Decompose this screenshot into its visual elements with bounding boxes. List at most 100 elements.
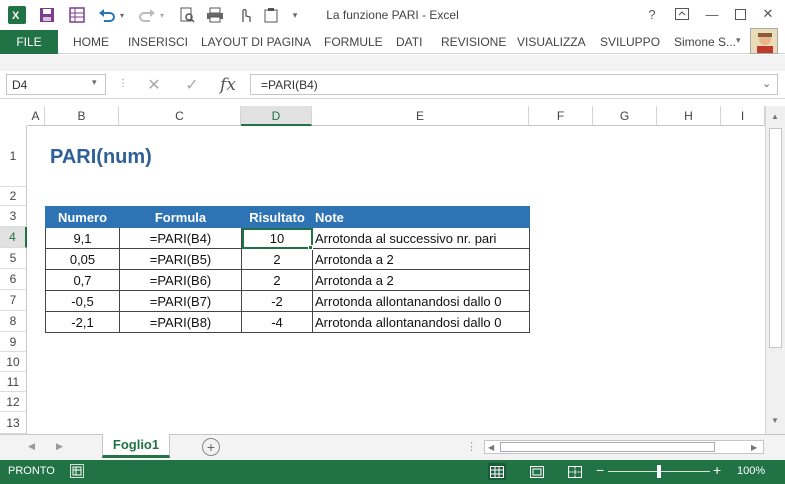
cell-e7[interactable]: Arrotonda allontanandosi dallo 0 <box>312 290 530 312</box>
tab-inserisci[interactable]: INSERISCI <box>128 35 188 49</box>
cell-e6[interactable]: Arrotonda a 2 <box>312 269 530 291</box>
column-header-h[interactable]: H <box>657 106 721 126</box>
expand-formula-bar-icon[interactable]: ⌄ <box>762 77 771 90</box>
tab-formule[interactable]: FORMULE <box>324 35 383 49</box>
insert-function-icon[interactable]: fx <box>216 75 240 95</box>
normal-view-icon[interactable] <box>488 463 506 480</box>
cell-c4[interactable]: =PARI(B4) <box>119 227 242 249</box>
header-formula[interactable]: Formula <box>119 206 242 228</box>
vertical-scrollbar[interactable]: ▲ ▼ <box>765 106 785 434</box>
row-header-6[interactable]: 6 <box>0 269 27 290</box>
ribbon-collapsed-area <box>0 55 785 71</box>
row-header-3[interactable]: 3 <box>0 206 27 227</box>
ribbon-display-icon[interactable] <box>670 4 694 24</box>
column-header-f[interactable]: F <box>529 106 593 126</box>
row-header-9[interactable]: 9 <box>0 332 27 352</box>
cell-b7[interactable]: -0,5 <box>45 290 120 312</box>
fill-handle[interactable] <box>308 245 313 250</box>
next-sheet-icon[interactable]: ▶ <box>56 441 63 452</box>
cell-b8[interactable]: -2,1 <box>45 311 120 333</box>
horizontal-scrollbar[interactable]: ◀ ▶ <box>484 440 764 454</box>
close-button[interactable]: ✕ <box>756 4 780 24</box>
zoom-out-button[interactable]: − <box>596 462 604 478</box>
column-header-b[interactable]: B <box>45 106 119 126</box>
row-header-7[interactable]: 7 <box>0 290 27 311</box>
row-header-8[interactable]: 8 <box>0 311 27 332</box>
title-bar: X ▾ ▾ ▾ La funzione PARI - Excel ? — ✕ <box>0 0 785 30</box>
tab-splitter-icon[interactable]: ⋮ <box>466 440 477 453</box>
row-header-13[interactable]: 13 <box>0 412 27 434</box>
cell-d4-selected[interactable]: 10 <box>241 227 313 249</box>
cell-d7[interactable]: -2 <box>241 290 313 312</box>
enter-icon[interactable]: ✓ <box>180 75 204 95</box>
scroll-down-icon[interactable]: ▼ <box>771 416 779 425</box>
tab-dati[interactable]: DATI <box>396 35 422 49</box>
user-dropdown-icon[interactable]: ▾ <box>736 35 741 46</box>
name-box[interactable]: D4 <box>6 74 106 95</box>
row-header-2[interactable]: 2 <box>0 187 27 206</box>
row-header-5[interactable]: 5 <box>0 248 27 269</box>
cell-d8[interactable]: -4 <box>241 311 313 333</box>
help-button[interactable]: ? <box>640 4 664 24</box>
horizontal-scroll-thumb[interactable] <box>500 442 715 452</box>
cell-b4[interactable]: 9,1 <box>45 227 120 249</box>
sheet-title[interactable]: PARI(num) <box>50 146 152 169</box>
tab-revisione[interactable]: REVISIONE <box>441 35 506 49</box>
maximize-icon[interactable] <box>728 4 752 24</box>
avatar[interactable] <box>750 28 778 54</box>
zoom-slider-thumb[interactable] <box>657 465 661 478</box>
cell-d6[interactable]: 2 <box>241 269 313 291</box>
macro-record-icon[interactable] <box>70 464 84 478</box>
page-break-view-icon[interactable] <box>566 463 584 480</box>
column-header-i[interactable]: I <box>721 106 765 126</box>
formula-input[interactable]: =PARI(B4) <box>250 74 778 95</box>
sheet-tab-foglio1[interactable]: Foglio1 <box>102 434 170 458</box>
row-header-10[interactable]: 10 <box>0 352 27 372</box>
column-header-g[interactable]: G <box>593 106 657 126</box>
cell-b6[interactable]: 0,7 <box>45 269 120 291</box>
tab-layout-di-pagina[interactable]: LAYOUT DI PAGINA <box>201 35 311 49</box>
cell-c5[interactable]: =PARI(B5) <box>119 248 242 270</box>
row-header-4[interactable]: 4 <box>0 227 27 248</box>
cell-d5[interactable]: 2 <box>241 248 313 270</box>
table-header-row: Numero Formula Risultato Note <box>45 206 530 228</box>
minimize-button[interactable]: — <box>700 4 724 24</box>
header-numero[interactable]: Numero <box>45 206 120 228</box>
scroll-up-icon[interactable]: ▲ <box>771 112 779 121</box>
zoom-in-button[interactable]: + <box>713 462 721 478</box>
cell-c8[interactable]: =PARI(B8) <box>119 311 242 333</box>
user-name[interactable]: Simone S... <box>674 35 736 49</box>
vertical-scroll-thumb[interactable] <box>769 128 782 348</box>
cell-c7[interactable]: =PARI(B7) <box>119 290 242 312</box>
cell-e8[interactable]: Arrotonda allontanandosi dallo 0 <box>312 311 530 333</box>
tab-sviluppo[interactable]: SVILUPPO <box>600 35 660 49</box>
header-note[interactable]: Note <box>312 206 530 228</box>
column-header-d[interactable]: D <box>241 106 312 126</box>
row-header-1[interactable]: 1 <box>0 126 27 187</box>
cell-e4[interactable]: Arrotonda al successivo nr. pari <box>312 227 530 249</box>
cell-e5[interactable]: Arrotonda a 2 <box>312 248 530 270</box>
scroll-left-icon[interactable]: ◀ <box>488 443 494 452</box>
header-risultato[interactable]: Risultato <box>241 206 313 228</box>
page-layout-view-icon[interactable] <box>528 463 546 480</box>
formula-bar-splitter-icon[interactable]: ⋮ <box>118 78 128 89</box>
name-box-dropdown-icon[interactable]: ▾ <box>92 77 97 88</box>
table-row: -0,5 =PARI(B7) -2 Arrotonda allontanando… <box>45 290 530 312</box>
prev-sheet-icon[interactable]: ◀ <box>28 441 35 452</box>
cell-c6[interactable]: =PARI(B6) <box>119 269 242 291</box>
column-header-a[interactable]: A <box>27 106 45 126</box>
row-header-11[interactable]: 11 <box>0 372 27 392</box>
row-header-12[interactable]: 12 <box>0 392 27 412</box>
column-header-c[interactable]: C <box>119 106 241 126</box>
ribbon-tabs: FILE HOME INSERISCI LAYOUT DI PAGINA FOR… <box>0 30 785 54</box>
table-row: 0,7 =PARI(B6) 2 Arrotonda a 2 <box>45 269 530 291</box>
tab-home[interactable]: HOME <box>73 35 109 49</box>
column-header-e[interactable]: E <box>312 106 529 126</box>
cancel-icon[interactable]: ✕ <box>142 75 166 95</box>
zoom-level[interactable]: 100% <box>737 465 765 477</box>
tab-file[interactable]: FILE <box>0 30 58 54</box>
cell-b5[interactable]: 0,05 <box>45 248 120 270</box>
scroll-right-icon[interactable]: ▶ <box>751 443 757 452</box>
tab-visualizza[interactable]: VISUALIZZA <box>517 35 586 49</box>
add-sheet-button[interactable]: + <box>202 438 220 456</box>
